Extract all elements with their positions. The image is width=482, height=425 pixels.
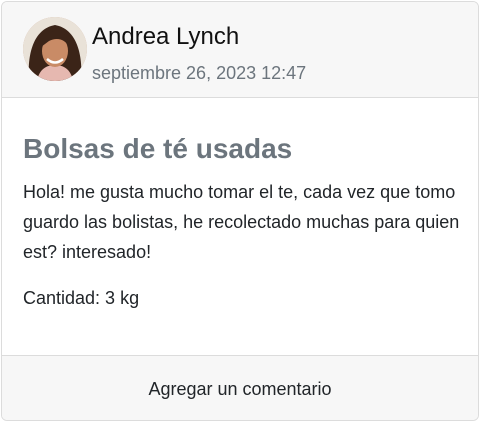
add-comment-button[interactable]: Agregar un comentario [2,356,478,420]
card-footer: Agregar un comentario [2,355,478,420]
post-date: septiembre 26, 2023 12:47 [92,63,307,83]
card-body: Bolsas de té usadas Hola! me gusta mucho… [2,98,478,355]
card-header: Andrea Lynch septiembre 26, 2023 12:47 [2,2,478,98]
post-title: Bolsas de té usadas [23,133,293,164]
author-name: Andrea Lynch [92,23,240,50]
post-card: Andrea Lynch septiembre 26, 2023 12:47 B… [1,1,479,421]
avatar [23,17,87,81]
post-quantity: Cantidad: 3 kg [23,288,140,308]
post-text: Hola! me gusta mucho tomar el te, cada v… [23,182,460,262]
avatar-image [23,17,87,81]
